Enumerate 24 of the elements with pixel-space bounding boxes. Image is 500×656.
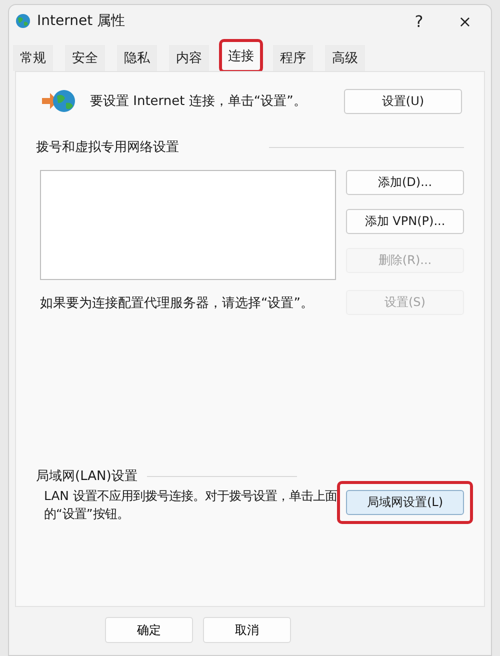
globe-icon [15, 13, 31, 29]
setup-button[interactable]: 设置(U) [344, 88, 462, 114]
globe-arrow-icon [42, 88, 76, 114]
proxy-text: 如果要为连接配置代理服务器，请选择“设置”。 [40, 294, 314, 312]
window-title: Internet 属性 [37, 12, 126, 30]
section-heading: 拨号和虚拟专用网络设置 [36, 139, 179, 156]
connection-list[interactable] [40, 170, 336, 280]
lan-settings-button[interactable]: 局域网设置(L) [346, 490, 464, 515]
dialog-button[interactable]: 添加 VPN(P)... [346, 209, 464, 234]
tab[interactable]: 程序 [273, 45, 313, 71]
tab[interactable]: 内容 [169, 45, 209, 71]
dialog-button[interactable]: 添加(D)... [346, 170, 464, 195]
dialog-button[interactable]: 确定 [105, 617, 193, 643]
section-heading: 局域网(LAN)设置 [36, 468, 138, 485]
help-button[interactable]: ? [399, 10, 439, 32]
tab[interactable]: 连接 [221, 41, 261, 71]
setup-text: 要设置 Internet 连接，单击“设置”。 [90, 93, 306, 110]
close-button[interactable]: × [445, 10, 485, 32]
tab[interactable]: 高级 [325, 45, 365, 71]
lan-text: LAN 设置不应用到拨号连接。对于拨号设置，单击上面的“设置”按钮。 [44, 487, 337, 523]
tab[interactable]: 安全 [65, 45, 105, 71]
tab[interactable]: 隐私 [117, 45, 157, 71]
dialog-button[interactable]: 取消 [203, 617, 291, 643]
tab[interactable]: 常规 [13, 45, 53, 71]
